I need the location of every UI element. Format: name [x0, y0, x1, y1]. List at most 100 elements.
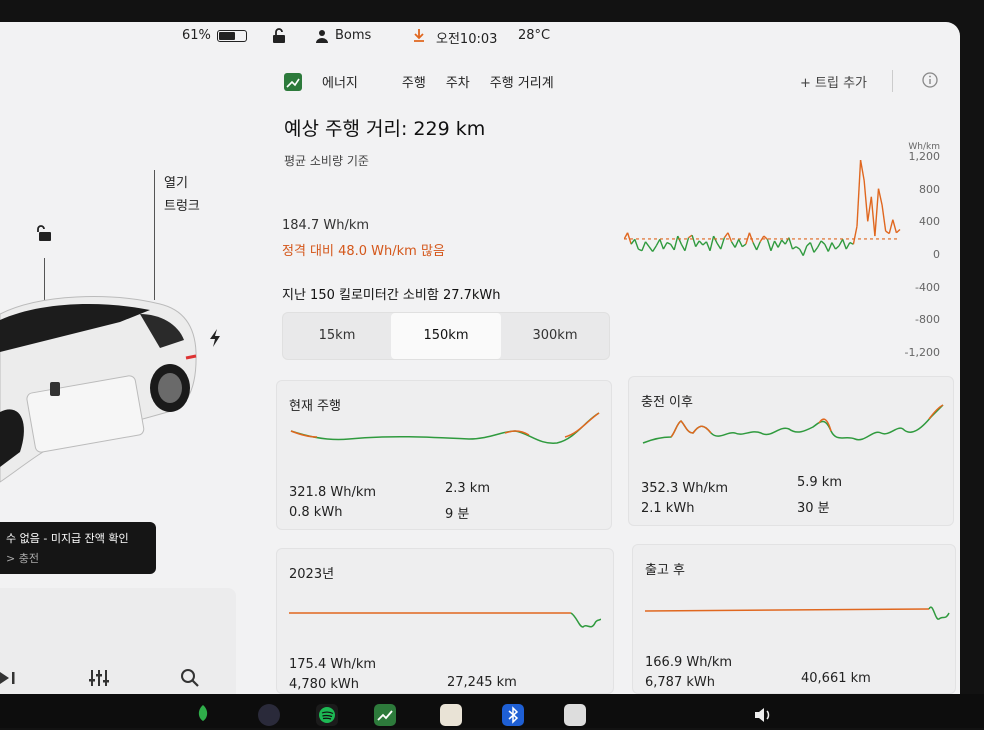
chart-line-segment [838, 238, 844, 247]
tab-park[interactable]: 주차 [446, 72, 470, 91]
download-indicator[interactable] [412, 28, 426, 42]
chart-line-segment [712, 235, 718, 244]
card-sparkline [290, 412, 600, 444]
chart-line-segment [845, 242, 851, 250]
add-trip-button[interactable]: + 트립 추가 [800, 72, 867, 91]
chart-line-segment [727, 232, 733, 243]
card-energy: 0.8 kWh [289, 505, 343, 520]
tab-odometer[interactable]: 주행 거리계 [490, 72, 554, 91]
energy-dock-icon[interactable] [374, 704, 396, 726]
chart-line-segment [741, 243, 747, 248]
chart-line-segment [852, 226, 858, 245]
next-track-icon[interactable] [0, 670, 18, 690]
chart-line-segment [634, 239, 639, 250]
leaf-icon[interactable] [196, 704, 218, 726]
chart-line-segment [734, 239, 740, 248]
chart-line-segment [755, 241, 761, 251]
chart-line-segment [773, 240, 779, 248]
temperature: 28°C [518, 28, 551, 43]
chart-line-segment [781, 239, 786, 245]
energy-app: 에너지 주행 주차 주행 거리계 + 트립 추가 예상 주행 거리: 229 k… [262, 58, 956, 694]
info-icon[interactable] [922, 72, 938, 92]
chart-line-segment [652, 245, 657, 252]
chart-line-segment [881, 204, 887, 232]
chart-line-segment [662, 242, 668, 250]
user-name: Boms [335, 28, 372, 43]
card-consumption: 166.9 Wh/km [645, 655, 733, 670]
range-subtitle: 평균 소비량 기준 [284, 154, 369, 168]
chart-line-segment [677, 235, 682, 245]
last-distance-label: 지난 150 킬로미터간 소비함 27.7kWh [282, 288, 501, 303]
chart-line-segment [709, 235, 715, 251]
chart-line-segment [684, 237, 690, 251]
card-time: 9 분 [445, 507, 470, 522]
payment-notice[interactable]: 수 없음 - 미지급 잔액 확인 > 충전 [0, 522, 156, 574]
tab-energy[interactable]: 에너지 [322, 72, 358, 91]
y-tick-label: -400 [915, 280, 940, 294]
chart-line-segment [716, 243, 722, 250]
spotify-icon[interactable] [316, 704, 338, 726]
bluetooth-icon[interactable] [502, 704, 524, 726]
chart-line-segment [863, 180, 869, 222]
card-sparkline [289, 612, 601, 628]
person-icon [316, 29, 328, 43]
card-energy: 4,780 kWh [289, 677, 359, 692]
tab-drive[interactable]: 주행 [402, 72, 426, 91]
equalizer-icon[interactable] [88, 668, 110, 692]
chart-line-segment [831, 242, 837, 250]
card-since-delivery[interactable]: 출고 후 166.9 Wh/km 6,787 kWh 40,661 km [632, 544, 956, 694]
avg-consumption: 184.7 Wh/km [282, 218, 370, 233]
chart-line-segment [695, 240, 700, 248]
header-divider [892, 70, 893, 92]
chart-line-segment [673, 235, 679, 251]
toybox-icon[interactable] [440, 704, 462, 726]
chart-line-segment [841, 239, 847, 250]
chart-line-segment [705, 241, 711, 251]
frunk-unlock-icon[interactable] [36, 224, 54, 246]
card-year[interactable]: 2023년 175.4 Wh/km 4,780 kWh 27,245 km [276, 548, 614, 694]
card-distance: 5.9 km [797, 475, 842, 490]
chart-line-segment [856, 160, 862, 227]
chart-line-segment [788, 237, 794, 250]
card-current-drive[interactable]: 현재 주행 321.8 Wh/km 0.8 kWh 2.3 km 9 분 [276, 380, 612, 530]
search-icon[interactable] [180, 668, 200, 692]
chart-line-segment [770, 240, 776, 251]
card-time: 30 분 [797, 501, 830, 516]
notice-link[interactable]: > 충전 [6, 550, 150, 566]
clock: 오전10:03 [436, 32, 498, 47]
card-since-charge[interactable]: 충전 이후 352.3 Wh/km 2.1 kWh 5.9 km 30 분 [628, 376, 954, 526]
volume-icon[interactable] [752, 704, 774, 726]
segment-300km[interactable]: 300km [501, 313, 609, 359]
chart-line-segment [827, 242, 833, 252]
range-title: 예상 주행 거리: 229 km [284, 118, 486, 140]
chart-line-segment [670, 243, 675, 251]
chart-line-segment [824, 243, 829, 252]
app-dock [0, 694, 984, 728]
y-tick-label: -800 [915, 313, 940, 327]
battery-indicator[interactable]: 61% [182, 28, 247, 43]
chart-line-segment [659, 239, 665, 250]
segment-15km[interactable]: 15km [283, 313, 391, 359]
card-distance: 27,245 km [447, 675, 517, 690]
lock-icon[interactable] [272, 28, 286, 44]
profile-button[interactable]: Boms [315, 28, 371, 43]
theater-icon[interactable] [564, 704, 586, 726]
chart-line-segment [809, 242, 815, 253]
chart-line-segment [835, 245, 840, 250]
car-panel: 열기 트렁크 수 없음 - 미지급 잔액 확인 > 충전 [0, 52, 250, 694]
chart-line-segment [820, 240, 826, 245]
dashcam-icon[interactable] [258, 704, 280, 726]
chart-line-segment [648, 246, 654, 252]
notice-text: 수 없음 - 미지급 잔액 확인 [6, 532, 129, 545]
segment-150km[interactable]: 150km [391, 313, 501, 359]
chart-line-segment [802, 245, 808, 256]
distance-selector: 15km 150km 300km [282, 312, 610, 360]
card-energy: 2.1 kWh [641, 501, 695, 516]
y-tick-label: 800 [919, 182, 940, 196]
trunk-open-button[interactable]: 열기 트렁크 [164, 172, 200, 214]
car-image [0, 296, 197, 483]
chart-line-segment [738, 238, 743, 247]
card-consumption: 352.3 Wh/km [641, 481, 729, 496]
chart-line-segment [870, 196, 876, 237]
chart-line-segment [641, 241, 647, 251]
